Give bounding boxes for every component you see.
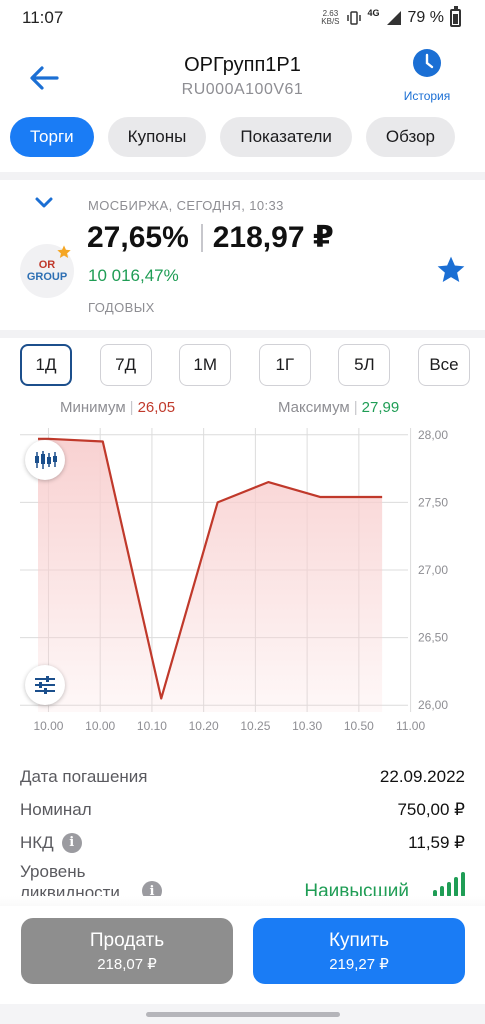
chart-settings-button[interactable] xyxy=(25,665,65,705)
tab-indicators[interactable]: Показатели xyxy=(220,117,352,157)
status-bar: 11:07 2.63 KB/S 4G 79 % xyxy=(0,0,485,36)
section-divider xyxy=(0,330,485,338)
sell-label: Продать xyxy=(89,929,165,951)
detail-label: Дата погашения xyxy=(20,766,148,786)
sell-button[interactable]: Продать 218,07 ₽ xyxy=(21,918,233,984)
network-type: 4G xyxy=(367,8,380,18)
sell-price: 218,07 ₽ xyxy=(97,955,157,973)
buy-label: Купить xyxy=(328,929,390,951)
history-button[interactable]: История xyxy=(385,48,469,103)
x-tick-label: 10.50 xyxy=(344,719,374,733)
x-tick-label: 10.00 xyxy=(85,719,115,733)
period-all[interactable]: Все xyxy=(417,344,470,386)
history-label: История xyxy=(403,89,451,103)
detail-label: НКД i xyxy=(20,832,82,853)
vibrate-icon xyxy=(346,11,361,25)
detail-row-accrued-interest: НКД i 11,59 ₽ xyxy=(20,826,465,859)
collapse-toggle[interactable] xyxy=(34,196,54,215)
tab-bar: Торги Купоны Показатели Обзор xyxy=(10,117,485,159)
liquidity-level-icon xyxy=(433,871,465,897)
info-icon[interactable]: i xyxy=(61,832,82,853)
y-tick-label: 27,50 xyxy=(418,495,448,509)
x-tick-label: 10.25 xyxy=(240,719,270,733)
period-1d[interactable]: 1Д xyxy=(20,344,72,386)
min-value: 26,05 xyxy=(137,399,176,416)
scroll-fade xyxy=(0,896,485,906)
detail-row-nominal: Номинал 750,00 ₽ xyxy=(20,793,465,826)
y-tick-label: 26,50 xyxy=(418,631,448,645)
x-tick-label: 10.00 xyxy=(33,719,63,733)
period-5y[interactable]: 5Л xyxy=(338,344,391,386)
x-tick-label: 10.30 xyxy=(292,719,322,733)
favorite-button[interactable] xyxy=(435,254,467,291)
x-tick-label: 10.20 xyxy=(189,719,219,733)
period-1y[interactable]: 1Г xyxy=(258,344,311,386)
max-info: Максимум | 27,99 xyxy=(278,399,400,416)
y-tick-label: 26,00 xyxy=(418,698,448,712)
buy-button[interactable]: Купить 219,27 ₽ xyxy=(253,918,465,984)
exchange-info: МОСБИРЖА, СЕГОДНЯ, 10:33 xyxy=(88,198,284,213)
min-label: Минимум xyxy=(60,399,126,416)
detail-row-maturity: Дата погашения 22.09.2022 xyxy=(20,760,465,793)
status-icons: 2.63 KB/S 4G 79 % xyxy=(321,6,461,27)
max-label: Максимум xyxy=(278,399,350,416)
header: ОРГрупп1Р1 RU000A100V61 История xyxy=(0,40,485,114)
network-speed: 2.63 KB/S xyxy=(321,9,340,26)
home-gesture-handle[interactable] xyxy=(146,1012,340,1017)
buy-price: 219,27 ₽ xyxy=(329,955,389,973)
star-icon xyxy=(437,256,465,282)
candlestick-toggle-button[interactable] xyxy=(25,440,65,480)
battery-percent: 79 % xyxy=(407,9,444,26)
badge-star-icon xyxy=(57,245,71,258)
system-nav-bar xyxy=(0,1004,485,1024)
min-info: Минимум | 26,05 xyxy=(60,399,176,416)
chevron-down-icon xyxy=(35,197,53,208)
clock-icon xyxy=(413,49,441,77)
period-7d[interactable]: 7Д xyxy=(99,344,152,386)
sliders-icon xyxy=(35,676,55,694)
battery-icon xyxy=(450,6,461,27)
change-value: 10 016,47% xyxy=(88,266,179,285)
x-tick-label: 11.00 xyxy=(396,719,425,733)
period-selector: 1Д 7Д 1М 1Г 5Л Все xyxy=(20,344,470,386)
bond-details: Дата погашения 22.09.2022 Номинал 750,00… xyxy=(20,760,465,907)
annual-label: ГОДОВЫХ xyxy=(88,300,155,315)
tab-trading[interactable]: Торги xyxy=(10,117,94,157)
price-value: 218,97 ₽ xyxy=(212,221,334,254)
yield-value: 27,65% xyxy=(87,220,189,254)
period-1m[interactable]: 1М xyxy=(179,344,232,386)
price-line: 27,65% 218,97 ₽ xyxy=(87,220,334,255)
max-value: 27,99 xyxy=(361,399,400,416)
detail-value: 750,00 ₽ xyxy=(397,799,465,819)
series-area xyxy=(38,438,383,712)
y-tick-label: 28,00 xyxy=(418,428,448,442)
status-time: 11:07 xyxy=(22,8,64,27)
tab-coupons[interactable]: Купоны xyxy=(107,117,207,157)
tab-overview[interactable]: Обзор xyxy=(365,117,455,157)
price-chart[interactable]: 28,00 27,50 27,00 26,50 26,00 10.00 10.00 10.10… xyxy=(0,420,485,738)
detail-label: Номинал xyxy=(20,799,92,819)
detail-value: 22.09.2022 xyxy=(379,766,465,786)
detail-value: 11,59 ₽ xyxy=(408,832,465,852)
signal-icon xyxy=(386,11,401,25)
x-tick-label: 10.10 xyxy=(137,719,167,733)
price-separator xyxy=(200,223,203,252)
quote-block: OR GROUP МОСБИРЖА, СЕГОДНЯ, 10:33 27,65%… xyxy=(0,188,485,328)
section-divider xyxy=(0,172,485,180)
action-bar: Продать 218,07 ₽ Купить 219,27 ₽ xyxy=(0,906,485,1004)
candlestick-icon xyxy=(35,451,57,469)
y-tick-label: 27,00 xyxy=(418,563,448,577)
